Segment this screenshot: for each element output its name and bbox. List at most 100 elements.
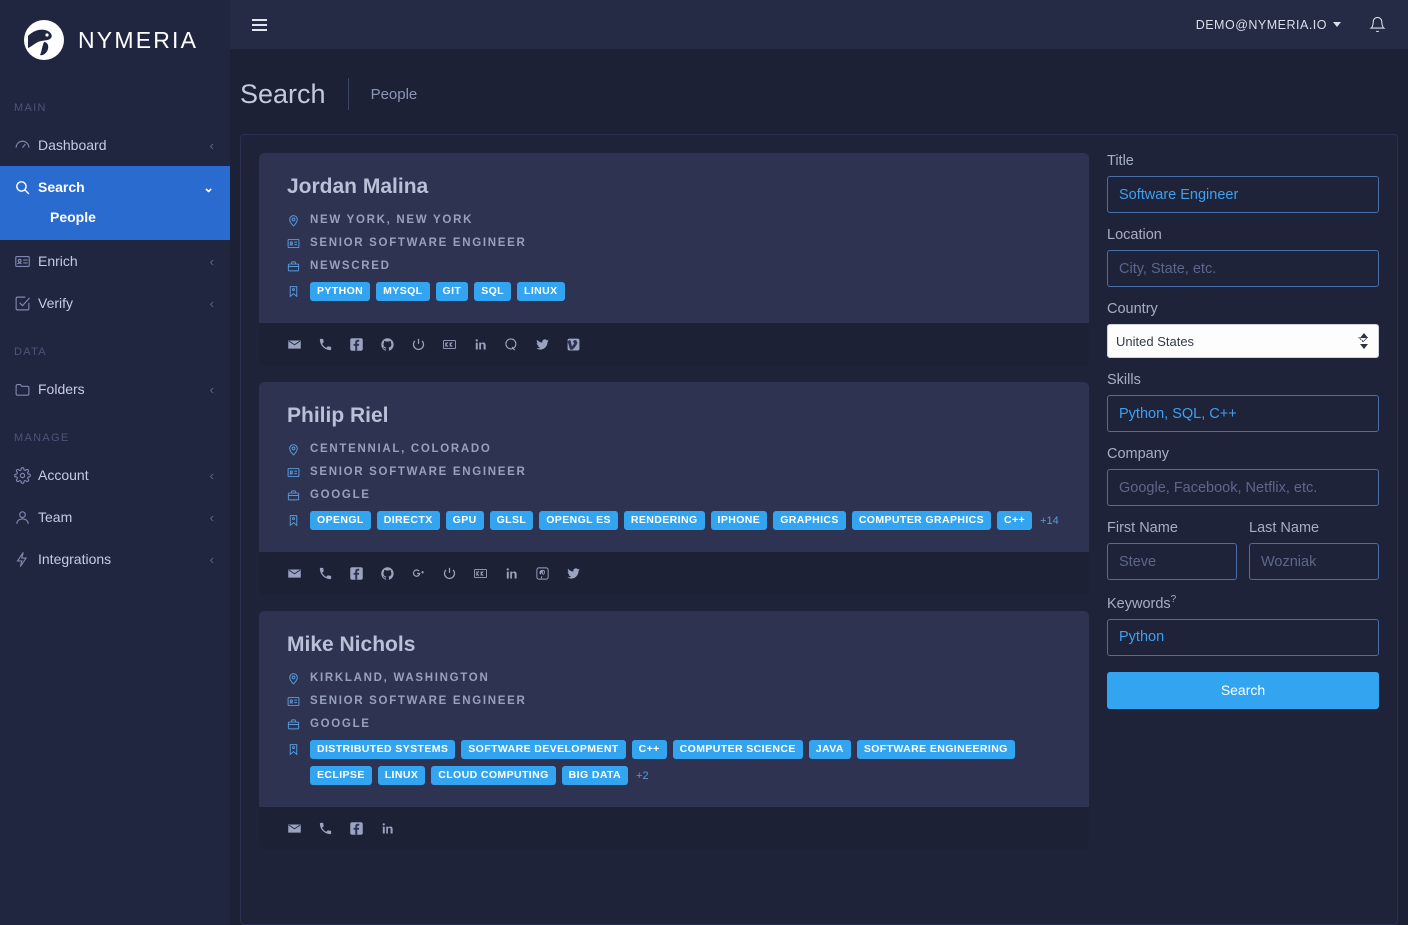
skill-tag[interactable]: COMPUTER GRAPHICS	[851, 511, 992, 530]
linkedin-icon[interactable]	[473, 337, 488, 352]
filter-keywords-text: Keywords	[1107, 595, 1171, 612]
skill-tag[interactable]: BIG DATA	[561, 766, 629, 785]
email-icon[interactable]	[287, 337, 302, 352]
wordpress-icon[interactable]	[442, 566, 457, 581]
breadcrumb: People	[370, 85, 418, 103]
sidebar-item-dashboard[interactable]: Dashboard ‹	[0, 124, 230, 166]
sidebar-item-people[interactable]: People	[50, 208, 230, 226]
skill-tag[interactable]: OPENGL	[310, 511, 371, 530]
chevron-left-icon: ‹	[209, 295, 214, 311]
email-icon[interactable]	[287, 566, 302, 581]
skill-tag[interactable]: RENDERING	[623, 511, 705, 530]
filter-keywords-label: Keywords?	[1107, 594, 1379, 612]
filter-country-label: Country	[1107, 301, 1158, 317]
skill-tag[interactable]: GIT	[435, 282, 469, 301]
skill-tag[interactable]: SQL	[474, 282, 511, 301]
tag-icon	[287, 740, 301, 756]
search-icon	[14, 179, 38, 196]
plug-icon	[14, 551, 38, 568]
user-email-label: DEMO@NYMERIA.IO	[1195, 17, 1327, 32]
skill-tag[interactable]: JAVA	[808, 740, 851, 759]
sidebar-item-search[interactable]: Search ⌄	[0, 166, 230, 208]
person-name[interactable]: Jordan Malina	[287, 175, 1063, 199]
linkedin-icon[interactable]	[380, 821, 395, 836]
person-company: GOOGLE	[310, 718, 371, 730]
sidebar-item-verify[interactable]: Verify ‹	[0, 282, 230, 324]
company-input[interactable]	[1107, 469, 1379, 506]
user-menu[interactable]: DEMO@NYMERIA.IO	[1196, 18, 1341, 32]
last-name-input[interactable]	[1249, 543, 1379, 580]
brand-logo[interactable]: NYMERIA	[0, 0, 230, 80]
phone-icon[interactable]	[318, 566, 333, 581]
skill-tag[interactable]: GPU	[445, 511, 484, 530]
sidebar-item-integrations[interactable]: Integrations ‹	[0, 538, 230, 580]
person-name[interactable]: Philip Riel	[287, 404, 1063, 428]
person-title: SENIOR SOFTWARE ENGINEER	[310, 695, 527, 707]
twitter-icon[interactable]	[535, 337, 550, 352]
skill-tags-more[interactable]: +2	[634, 770, 649, 782]
sidebar-item-label: Team	[38, 509, 73, 525]
skill-tag[interactable]: OPENGL ES	[539, 511, 618, 530]
pinterest-icon[interactable]	[535, 566, 550, 581]
facebook-icon[interactable]	[349, 821, 364, 836]
skill-tag[interactable]: SOFTWARE DEVELOPMENT	[461, 740, 626, 759]
skill-tag[interactable]: CLOUD COMPUTING	[431, 766, 556, 785]
notifications-bell-icon[interactable]	[1369, 16, 1386, 33]
title-input[interactable]	[1107, 176, 1379, 213]
quora-icon[interactable]	[504, 337, 519, 352]
skill-tags-more[interactable]: +14	[1038, 515, 1059, 527]
twitter-icon[interactable]	[566, 566, 581, 581]
map-pin-icon	[287, 443, 301, 456]
facebook-icon[interactable]	[349, 337, 364, 352]
skill-tag[interactable]: C++	[997, 511, 1033, 530]
person-name[interactable]: Mike Nichols	[287, 633, 1063, 657]
skill-tag[interactable]: SOFTWARE ENGINEERING	[856, 740, 1015, 759]
email-icon[interactable]	[287, 821, 302, 836]
briefcase-icon	[287, 718, 301, 731]
sidebar-item-label: Dashboard	[38, 137, 107, 153]
phone-icon[interactable]	[318, 337, 333, 352]
sidebar-item-folders[interactable]: Folders ‹	[0, 368, 230, 410]
google-plus-icon[interactable]	[411, 566, 426, 581]
skill-tag[interactable]: GRAPHICS	[773, 511, 846, 530]
linkedin-icon[interactable]	[504, 566, 519, 581]
result-card[interactable]: Philip Riel CENTENNIAL, COLORADO SENIOR …	[259, 382, 1089, 595]
result-card[interactable]: Mike Nichols KIRKLAND, WASHINGTON SENIOR…	[259, 611, 1089, 850]
nymeria-wolf-logo-icon	[22, 18, 66, 62]
skill-tag[interactable]: LINUX	[377, 766, 426, 785]
result-card[interactable]: Jordan Malina NEW YORK, NEW YORK SENIOR …	[259, 153, 1089, 366]
result-card-body: Philip Riel CENTENNIAL, COLORADO SENIOR …	[259, 382, 1089, 552]
klout-icon[interactable]	[473, 566, 488, 581]
hamburger-menu-icon[interactable]	[252, 18, 267, 31]
first-name-input[interactable]	[1107, 543, 1237, 580]
sidebar-item-team[interactable]: Team ‹	[0, 496, 230, 538]
country-select[interactable]: United States	[1107, 324, 1379, 358]
skill-tag[interactable]: COMPUTER SCIENCE	[672, 740, 803, 759]
skill-tag[interactable]: ECLIPSE	[310, 766, 372, 785]
facebook-icon[interactable]	[349, 566, 364, 581]
skill-tag[interactable]: IPHONE	[710, 511, 768, 530]
filter-keywords-group: Keywords?	[1107, 594, 1379, 656]
skill-tag[interactable]: PYTHON	[310, 282, 371, 301]
skill-tag[interactable]: DIRECTX	[376, 511, 440, 530]
location-input[interactable]	[1107, 250, 1379, 287]
sidebar-item-label: Enrich	[38, 253, 78, 269]
skills-input[interactable]	[1107, 395, 1379, 432]
github-icon[interactable]	[380, 337, 395, 352]
skill-tag[interactable]: GLSL	[489, 511, 534, 530]
vimeo-icon[interactable]	[566, 337, 581, 352]
skill-tag[interactable]: C++	[631, 740, 667, 759]
search-submit-button[interactable]: Search	[1107, 671, 1379, 709]
wordpress-icon[interactable]	[411, 337, 426, 352]
skill-tag[interactable]: LINUX	[517, 282, 565, 301]
phone-icon[interactable]	[318, 821, 333, 836]
skill-tag[interactable]: DISTRIBUTED SYSTEMS	[310, 740, 456, 759]
sidebar-item-account[interactable]: Account ‹	[0, 454, 230, 496]
help-question-icon[interactable]: ?	[1171, 594, 1177, 605]
skill-tag[interactable]: MYSQL	[376, 282, 430, 301]
klout-icon[interactable]	[442, 337, 457, 352]
filter-skills-label: Skills	[1107, 372, 1141, 388]
github-icon[interactable]	[380, 566, 395, 581]
sidebar-item-enrich[interactable]: Enrich ‹	[0, 240, 230, 282]
keywords-input[interactable]	[1107, 618, 1379, 656]
